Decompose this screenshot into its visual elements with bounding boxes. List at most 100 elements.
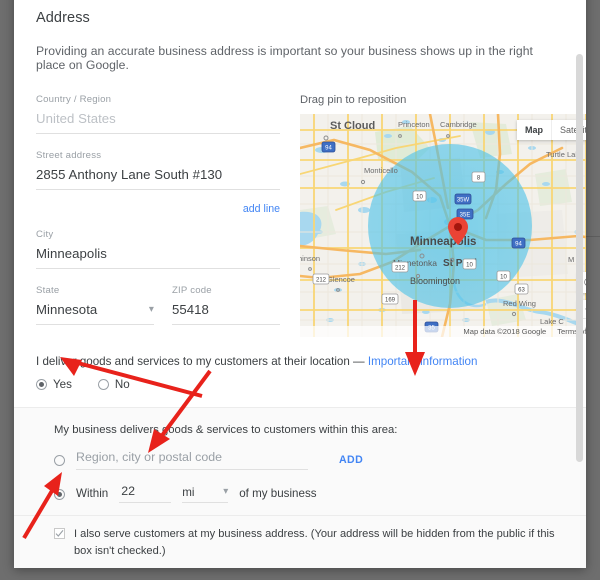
svg-text:63: 63 <box>518 287 525 293</box>
service-area-inner: My business delivers goods & services to… <box>14 424 586 503</box>
chevron-down-icon: ▾ <box>223 486 229 497</box>
map-place-label: M <box>568 255 574 264</box>
of-my-business-label: of my business <box>239 487 317 500</box>
add-region-button[interactable]: ADD <box>339 454 363 466</box>
add-line-link[interactable]: add line <box>243 203 280 215</box>
svg-text:10: 10 <box>466 262 473 268</box>
svg-text:10: 10 <box>416 194 423 200</box>
svg-text:10: 10 <box>500 274 507 280</box>
within-label: Within <box>76 487 109 500</box>
delivery-statement-text: I deliver goods and services to my custo… <box>36 355 365 368</box>
svg-text:35W: 35W <box>457 197 470 203</box>
radio-region[interactable] <box>54 454 65 466</box>
city-label: City <box>36 229 54 240</box>
svg-text:212: 212 <box>395 265 406 271</box>
street-input[interactable]: 2855 Anthony Lane South #130 <box>36 167 280 190</box>
region-input[interactable]: Region, city or postal code <box>76 450 308 470</box>
map-caption: Drag pin to reposition <box>300 94 407 106</box>
map-data-credit: Map data ©2018 Google <box>463 327 547 336</box>
within-option-row[interactable]: Within 22 mi ▾ of my business <box>54 484 564 503</box>
map-attribution: Map data ©2018 Google Terms of Use <box>300 326 586 337</box>
country-field[interactable]: Country / Region United States <box>36 94 280 134</box>
svg-text:94: 94 <box>515 241 522 247</box>
delivery-section: I deliver goods and services to my custo… <box>14 355 586 391</box>
map-route-shield: 94 <box>511 237 526 249</box>
map-route-shield: 63 <box>514 283 529 295</box>
map-panel: Drag pin to reposition St Cloud Princeto… <box>280 94 586 337</box>
delivery-statement: I deliver goods and services to my custo… <box>36 355 564 368</box>
page-title: Address <box>36 10 90 26</box>
within-distance-input[interactable]: 22 <box>119 484 172 503</box>
map-route-shield: 10 <box>496 270 511 282</box>
map-route-shield: 212 <box>312 273 330 285</box>
state-zip-row: State Minnesota ▾ ZIP code 55418 <box>36 285 280 327</box>
map-route-shield: 169 <box>381 293 399 305</box>
serve-at-address-row[interactable]: I also serve customers at my business ad… <box>14 516 586 568</box>
service-area-box: My business delivers goods & services to… <box>14 407 586 516</box>
checkbox-serve-at-address[interactable] <box>54 528 65 539</box>
country-input[interactable]: United States <box>36 111 280 134</box>
svg-text:212: 212 <box>316 277 327 283</box>
map-place-label: Monticello <box>364 166 398 175</box>
state-selected-value: Minnesota <box>36 302 98 317</box>
page-backdrop-right <box>587 0 600 580</box>
map-route-shield: 94 <box>321 141 336 153</box>
address-form: Country / Region United States Street ad… <box>36 94 280 337</box>
map-place-label: St Cloud <box>330 120 375 132</box>
map-route-shield: 10 <box>412 190 427 202</box>
map-canvas[interactable]: St Cloud Princeton Cambridge Monticello Turt… <box>300 114 586 337</box>
radio-no-label: No <box>114 378 130 391</box>
unit-selected-value: mi <box>182 486 195 499</box>
state-select[interactable]: Minnesota ▾ <box>36 302 154 325</box>
state-field[interactable]: State Minnesota ▾ <box>36 285 154 325</box>
map-place-label: Princeton <box>398 120 430 129</box>
svg-text:169: 169 <box>385 297 396 303</box>
screenshot-root: Address Providing an accurate business a… <box>0 0 600 580</box>
radio-within[interactable] <box>54 489 65 500</box>
zip-label: ZIP code <box>172 285 212 296</box>
city-input[interactable]: Minneapolis <box>36 246 280 269</box>
map-pin-marker[interactable] <box>448 217 468 245</box>
unit-select[interactable]: mi ▾ <box>182 486 229 503</box>
address-columns: Country / Region United States Street ad… <box>14 94 586 337</box>
delivery-yes-no-group[interactable]: Yes No <box>36 378 564 391</box>
city-field[interactable]: City Minneapolis <box>36 229 280 269</box>
map-place-label: Glencoe <box>327 275 355 284</box>
map-route-shield: 10 <box>462 258 477 270</box>
page-backdrop-left <box>0 0 13 580</box>
map-place-label: Lake C <box>540 317 564 326</box>
region-option-row[interactable]: Region, city or postal code ADD <box>54 450 564 470</box>
zip-field[interactable]: ZIP code 55418 <box>172 285 280 325</box>
map-place-label: Red Wing <box>503 299 536 308</box>
dialog-header: Address Providing an accurate business a… <box>14 0 586 72</box>
street-field[interactable]: Street address 2855 Anthony Lane South #… <box>36 150 280 190</box>
dialog-subtitle: Providing an accurate business address i… <box>36 44 533 72</box>
important-information-link[interactable]: Important information <box>368 355 478 368</box>
map-place-label: Cambridge <box>440 120 477 129</box>
radio-yes[interactable] <box>36 379 47 390</box>
address-dialog: Address Providing an accurate business a… <box>14 0 586 568</box>
svg-text:94: 94 <box>325 145 332 151</box>
street-label: Street address <box>36 150 102 161</box>
map-route-shield: 212 <box>391 261 409 273</box>
zip-input[interactable]: 55418 <box>172 302 280 325</box>
map-place-labels: St Cloud Princeton Cambridge Monticello Turt… <box>300 120 579 333</box>
map-place-label: hinson <box>300 254 320 263</box>
map-route-shield: 35W <box>454 193 472 205</box>
map-place-label: Turtle Lak <box>546 150 579 159</box>
country-label: Country / Region <box>36 94 112 105</box>
map-route-shield: 8 <box>471 171 486 183</box>
radio-yes-label: Yes <box>53 378 72 391</box>
dialog-body: Address Providing an accurate business a… <box>14 0 586 568</box>
serve-at-address-label: I also serve customers at my business ad… <box>74 528 555 557</box>
page-backdrop-seam <box>586 236 600 237</box>
state-label: State <box>36 285 60 296</box>
dialog-scrollbar[interactable] <box>576 54 583 462</box>
add-line-row: add line <box>36 192 280 229</box>
chevron-down-icon: ▾ <box>148 304 154 315</box>
service-area-title: My business delivers goods & services to… <box>54 424 398 436</box>
radio-no[interactable] <box>97 379 109 390</box>
map-type-map[interactable]: Map <box>517 120 551 140</box>
